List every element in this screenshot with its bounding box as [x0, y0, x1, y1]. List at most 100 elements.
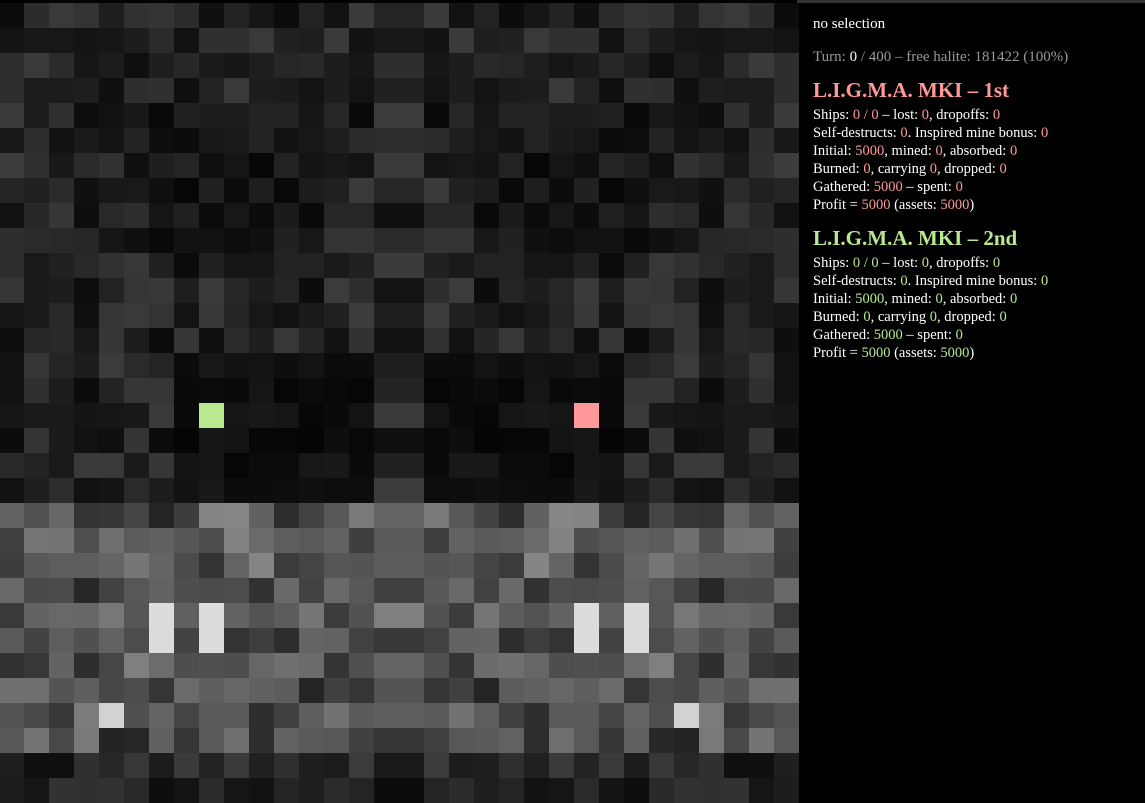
halite-cell[interactable] [374, 428, 399, 453]
halite-cell[interactable] [699, 203, 724, 228]
halite-cell[interactable] [224, 778, 249, 803]
halite-cell[interactable] [49, 603, 74, 628]
halite-cell[interactable] [774, 678, 799, 703]
halite-cell[interactable] [774, 578, 799, 603]
halite-cell[interactable] [574, 378, 599, 403]
halite-cell[interactable] [699, 503, 724, 528]
halite-cell[interactable] [424, 728, 449, 753]
halite-cell[interactable] [624, 753, 649, 778]
halite-cell[interactable] [349, 53, 374, 78]
halite-cell[interactable] [249, 203, 274, 228]
halite-cell[interactable] [549, 628, 574, 653]
halite-cell[interactable] [74, 328, 99, 353]
halite-cell[interactable] [624, 353, 649, 378]
halite-cell[interactable] [199, 278, 224, 303]
halite-cell[interactable] [574, 453, 599, 478]
halite-cell[interactable] [524, 478, 549, 503]
halite-cell[interactable] [249, 278, 274, 303]
halite-cell[interactable] [649, 178, 674, 203]
halite-cell[interactable] [99, 578, 124, 603]
halite-cell[interactable] [74, 703, 99, 728]
halite-cell[interactable] [324, 603, 349, 628]
halite-cell[interactable] [449, 778, 474, 803]
halite-cell[interactable] [449, 403, 474, 428]
halite-cell[interactable] [174, 503, 199, 528]
halite-cell[interactable] [49, 278, 74, 303]
halite-cell[interactable] [424, 378, 449, 403]
halite-cell[interactable] [374, 228, 399, 253]
halite-cell[interactable] [774, 303, 799, 328]
halite-cell[interactable] [0, 178, 24, 203]
halite-cell[interactable] [174, 353, 199, 378]
halite-cell[interactable] [324, 378, 349, 403]
halite-cell[interactable] [174, 153, 199, 178]
halite-cell[interactable] [699, 478, 724, 503]
halite-cell[interactable] [574, 503, 599, 528]
halite-cell[interactable] [599, 353, 624, 378]
halite-cell[interactable] [574, 128, 599, 153]
halite-cell[interactable] [99, 328, 124, 353]
halite-cell[interactable] [649, 553, 674, 578]
halite-cell[interactable] [699, 578, 724, 603]
halite-cell[interactable] [499, 78, 524, 103]
halite-cell[interactable] [99, 103, 124, 128]
halite-cell[interactable] [574, 203, 599, 228]
halite-cell[interactable] [149, 453, 174, 478]
halite-cell[interactable] [174, 203, 199, 228]
halite-cell[interactable] [624, 478, 649, 503]
halite-cell[interactable] [224, 228, 249, 253]
halite-cell[interactable] [224, 28, 249, 53]
halite-cell[interactable] [99, 453, 124, 478]
halite-cell[interactable] [574, 153, 599, 178]
halite-cell[interactable] [199, 228, 224, 253]
halite-cell[interactable] [24, 603, 49, 628]
halite-cell[interactable] [399, 403, 424, 428]
halite-cell[interactable] [674, 353, 699, 378]
halite-cell[interactable] [74, 303, 99, 328]
halite-cell[interactable] [349, 228, 374, 253]
halite-cell[interactable] [749, 678, 774, 703]
halite-cell[interactable] [199, 3, 224, 28]
halite-cell[interactable] [474, 178, 499, 203]
halite-cell[interactable] [399, 503, 424, 528]
halite-cell[interactable] [199, 128, 224, 153]
halite-cell[interactable] [199, 428, 224, 453]
halite-cell[interactable] [274, 628, 299, 653]
halite-cell[interactable] [249, 478, 274, 503]
halite-cell[interactable] [49, 503, 74, 528]
halite-cell[interactable] [749, 203, 774, 228]
halite-cell[interactable] [499, 578, 524, 603]
halite-cell[interactable] [724, 778, 749, 803]
halite-cell[interactable] [699, 753, 724, 778]
halite-cell[interactable] [349, 203, 374, 228]
halite-cell[interactable] [599, 253, 624, 278]
halite-cell[interactable] [724, 378, 749, 403]
halite-cell[interactable] [499, 428, 524, 453]
halite-cell[interactable] [224, 153, 249, 178]
halite-cell[interactable] [199, 78, 224, 103]
halite-cell[interactable] [724, 28, 749, 53]
halite-cell[interactable] [99, 703, 124, 728]
halite-cell[interactable] [549, 778, 574, 803]
halite-cell[interactable] [624, 178, 649, 203]
halite-cell[interactable] [724, 228, 749, 253]
halite-cell[interactable] [124, 128, 149, 153]
halite-cell[interactable] [549, 278, 574, 303]
halite-cell[interactable] [399, 353, 424, 378]
halite-cell[interactable] [449, 353, 474, 378]
halite-cell[interactable] [174, 653, 199, 678]
halite-cell[interactable] [199, 453, 224, 478]
halite-cell[interactable] [374, 103, 399, 128]
halite-cell[interactable] [699, 78, 724, 103]
halite-cell[interactable] [424, 103, 449, 128]
halite-cell[interactable] [199, 653, 224, 678]
halite-cell[interactable] [549, 28, 574, 53]
halite-cell[interactable] [149, 653, 174, 678]
halite-cell[interactable] [449, 728, 474, 753]
halite-cell[interactable] [274, 478, 299, 503]
halite-cell[interactable] [649, 678, 674, 703]
halite-cell[interactable] [624, 203, 649, 228]
halite-cell[interactable] [474, 153, 499, 178]
halite-cell[interactable] [674, 628, 699, 653]
halite-cell[interactable] [224, 328, 249, 353]
